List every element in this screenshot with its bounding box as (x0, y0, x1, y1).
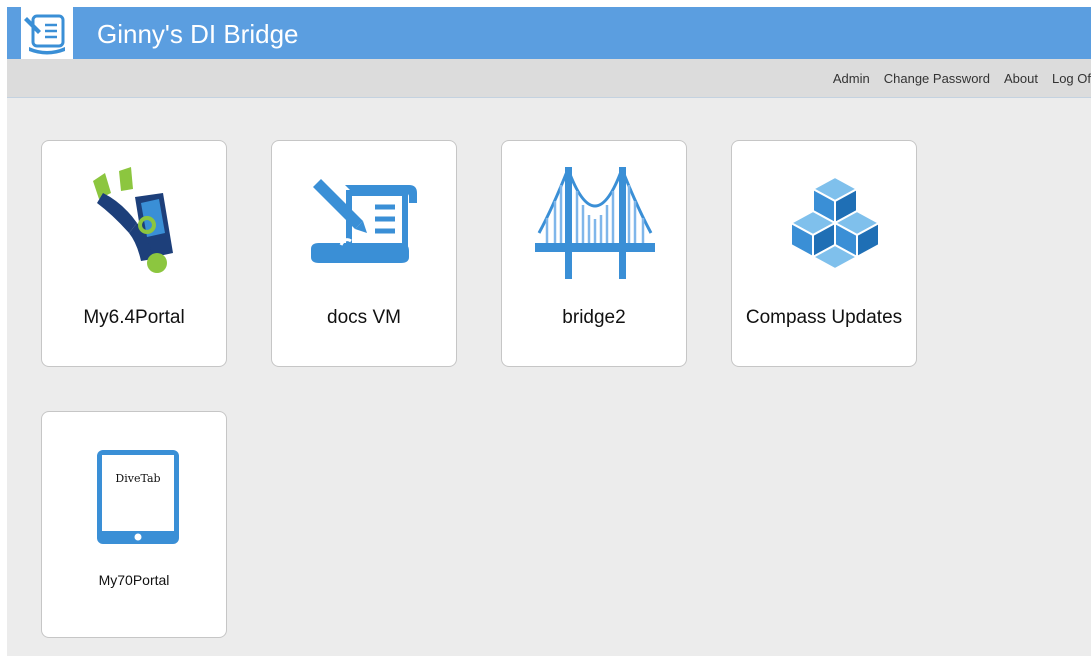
tile-label: My70Portal (98, 572, 170, 588)
app-tile-compass-updates[interactable]: Compass Updates (731, 140, 917, 367)
tablet-icon-text: DiveTab (115, 472, 160, 485)
admin-link[interactable]: Admin (833, 71, 870, 86)
tile-label: My6.4Portal (83, 307, 185, 328)
user-menu: Admin Change Password About Log Of (819, 59, 1091, 97)
scroll-pen-icon (311, 179, 417, 263)
about-link[interactable]: About (1004, 71, 1038, 86)
change-password-link[interactable]: Change Password (884, 71, 990, 86)
app-tile-my64portal[interactable]: My6.4Portal (41, 140, 227, 367)
page-edge (0, 0, 7, 656)
app-header: Ginny's DI Bridge (7, 7, 1091, 59)
cubes-icon (788, 175, 882, 271)
log-off-link[interactable]: Log Of (1052, 71, 1091, 86)
top-menu-bar: Admin Change Password About Log Of (7, 59, 1091, 98)
tile-label: Compass Updates (745, 307, 903, 328)
app-tile-my70portal[interactable]: DiveTab My70Portal (41, 411, 227, 638)
bridge-icon (535, 167, 655, 279)
tile-label: docs VM (327, 307, 401, 328)
app-logo[interactable] (21, 7, 73, 59)
tablet-icon: DiveTab (97, 450, 179, 544)
scroll-pen-icon (24, 14, 65, 55)
app-title: Ginny's DI Bridge (97, 19, 299, 49)
tile-label: bridge2 (562, 307, 626, 328)
app-tile-docs-vm[interactable]: docs VM (271, 140, 457, 367)
app-tile-bridge2[interactable]: bridge2 (501, 140, 687, 367)
top-strip (0, 0, 1091, 7)
diver-icon (93, 167, 173, 273)
